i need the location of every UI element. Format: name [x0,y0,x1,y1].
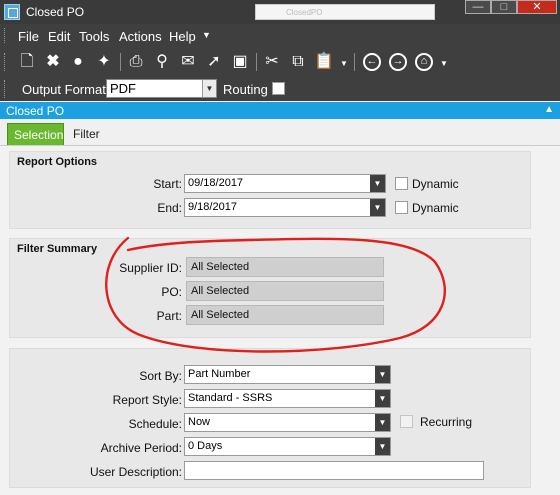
home-icon[interactable]: ⌂ [413,51,435,73]
end-dynamic-checkbox[interactable] [395,201,408,214]
image-icon[interactable]: ▣ [229,51,251,73]
schedule-select[interactable]: Now ▼ [184,413,391,432]
archive-period-label: Archive Period: [100,441,182,455]
end-date-value: 9/18/2017 [188,201,237,213]
panel-title: Closed PO [6,104,65,118]
output-format-bar: Output Format: PDF ▼ Routing [0,77,560,101]
end-date-field[interactable]: 9/18/2017 ▼ [184,198,386,217]
report-options-group: Report Options Start: 09/18/2017 ▼ Dynam… [9,151,531,229]
send-icon[interactable]: ✉ [177,51,199,73]
window-title: Closed PO [26,5,85,19]
panel-header: Closed PO ▲ [0,102,560,119]
archive-period-select[interactable]: 0 Days ▼ [184,437,391,456]
generate-icon[interactable]: ➚ [203,51,225,73]
toolbar: 🗋 ✖ ● ✦ ⎙ ⚲ ✉ ➚ ▣ ✂ ⧉ 📋 ▼ ← → ⌂ ▼ [0,47,560,77]
back-icon[interactable]: ← [361,51,383,73]
part-label: Part: [156,309,182,323]
toolbar-grip [4,53,7,71]
routing-checkbox[interactable] [272,82,285,95]
report-style-select[interactable]: Standard - SSRS ▼ [184,389,391,408]
schedule-value: Now [188,416,211,428]
start-dynamic-checkbox[interactable] [395,177,408,190]
toolbar-separator [120,53,121,71]
toolbar-separator [354,53,355,71]
user-description-input[interactable] [184,461,484,480]
archive-period-value: 0 Days [188,440,223,452]
copy-icon[interactable]: ⧉ [287,51,309,73]
cut-icon[interactable]: ✂ [261,51,283,73]
filter-summary-group: Filter Summary Supplier ID: All Selected… [9,238,531,338]
forward-icon[interactable]: → [387,51,409,73]
start-dynamic-label: Dynamic [412,177,459,191]
menu-actions[interactable]: Actions [119,29,162,44]
schedule-label: Schedule: [128,417,182,431]
menu-bar: File Edit Tools Actions Help ▼ [0,24,560,47]
recurring-label: Recurring [420,415,473,429]
output-format-value: PDF [110,81,136,96]
report-options-title: Report Options [17,156,98,168]
output-format-label: Output Format: [22,82,110,97]
chevron-down-icon[interactable]: ▼ [375,438,390,455]
recurring-checkbox[interactable] [400,415,413,428]
comment-icon[interactable]: ● [67,51,89,73]
minimize-button[interactable]: — [465,0,491,14]
po-label: PO: [161,285,182,299]
title-bar: Closed PO ClosedPO — □ ✕ [0,0,560,24]
sort-by-value: Part Number [188,368,251,380]
menu-tools[interactable]: Tools [79,29,109,44]
tab-filter[interactable]: Filter [67,123,106,145]
new-icon[interactable]: 🗋 [16,51,38,73]
menu-edit[interactable]: Edit [48,29,70,44]
output-format-select[interactable]: PDF ▼ [106,79,217,98]
chevron-down-icon[interactable]: ▼ [375,414,390,431]
chevron-down-icon[interactable]: ▼ [440,59,448,68]
tab-selection[interactable]: Selection [7,123,64,145]
start-date-value: 09/18/2017 [188,177,244,189]
end-label: End: [157,201,182,215]
tab-strip: Selection Filter [0,119,560,146]
user-description-label: User Description: [89,465,182,479]
ghost-window-title: ClosedPO [255,4,435,20]
start-label: Start: [153,177,182,191]
delete-icon[interactable]: ✖ [42,51,64,73]
menu-overflow-icon[interactable]: ▼ [202,30,211,40]
chevron-down-icon[interactable]: ▼ [375,366,390,383]
routing-label: Routing [223,82,268,97]
report-settings-group: Sort By: Part Number ▼ Report Style: Sta… [9,348,531,488]
paste-icon[interactable]: 📋 [313,51,335,73]
calendar-dropdown-icon[interactable]: ▼ [370,175,385,192]
start-date-field[interactable]: 09/18/2017 ▼ [184,174,386,193]
pin-icon[interactable]: ▲ [544,104,554,115]
report-style-label: Report Style: [112,393,182,407]
calendar-dropdown-icon[interactable]: ▼ [370,199,385,216]
chevron-down-icon[interactable]: ▼ [340,59,348,68]
menu-help[interactable]: Help [169,29,196,44]
chevron-down-icon[interactable]: ▼ [375,390,390,407]
supplier-id-field: All Selected [186,257,384,277]
print-preview-icon[interactable]: ⚲ [151,51,173,73]
part-field: All Selected [186,305,384,325]
supplier-id-label: Supplier ID: [119,261,182,275]
format-grip [4,80,7,98]
toolbar-separator [256,53,257,71]
close-button[interactable]: ✕ [517,0,557,14]
maximize-button[interactable]: □ [491,0,517,14]
sort-by-select[interactable]: Part Number ▼ [184,365,391,384]
filter-summary-title: Filter Summary [17,243,98,255]
menu-grip [4,28,7,43]
end-dynamic-label: Dynamic [412,201,459,215]
sort-by-label: Sort By: [139,369,182,383]
report-style-value: Standard - SSRS [188,392,273,404]
chevron-down-icon[interactable]: ▼ [202,80,216,97]
app-icon [4,4,20,20]
clear-icon[interactable]: ✦ [93,51,115,73]
menu-file[interactable]: File [18,29,39,44]
po-field: All Selected [186,281,384,301]
print-icon[interactable]: ⎙ [125,51,147,73]
